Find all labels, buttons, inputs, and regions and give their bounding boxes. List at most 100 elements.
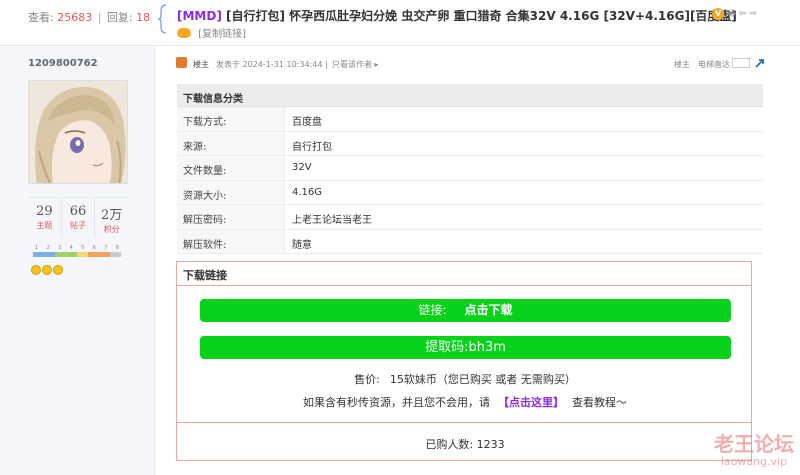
brace-icon (157, 4, 167, 34)
table-row: 资源大小: 4.16G (177, 180, 763, 205)
table-row: 来源: 自行打包 (177, 131, 763, 156)
thread-stats: 查看: 25683 | 回复: 18 (28, 9, 150, 25)
op-avatar-icon (176, 57, 187, 68)
meta-separator: | (324, 60, 328, 69)
counter-credits[interactable]: 2万 积分 (95, 198, 128, 237)
avatar[interactable] (28, 80, 128, 184)
author-counters: 29 主题 66 帖子 2万 积分 (28, 197, 128, 237)
row-key: 来源: (177, 131, 285, 155)
row-value: 4.16G (292, 186, 323, 198)
avatar-illustration (29, 81, 127, 183)
level-bar (33, 252, 121, 257)
price-value: 15软妹币（您已购买 或者 无需购买） (389, 373, 576, 386)
row-value: 百度盘 (292, 117, 322, 128)
medal-icon (177, 28, 191, 38)
extract-code-button[interactable]: 提取码:bh3m (200, 336, 731, 359)
go-arrow-icon[interactable] (754, 57, 766, 69)
copy-link[interactable]: [复制链接] (198, 29, 246, 40)
level-segment (99, 252, 110, 257)
tutorial-line: 如果含有秒传资源，并且您不会用，请 【点击这里】 查看教程～ (177, 394, 753, 410)
counter-label: 积分 (103, 225, 120, 234)
row-key: 解压密码: (177, 205, 285, 229)
download-info-table: 下载信息分类 下载方式: 百度盘 来源: 自行打包 文件数量: 32V 资源大小… (177, 84, 763, 254)
title-text: [自行打包] 怀孕西瓜肚孕妇分娩 虫交产卵 重口猎奇 合集32V 4.16G [… (221, 9, 737, 23)
level-segment (88, 252, 99, 257)
site-watermark: 老王论坛 laowang.vip (710, 433, 798, 468)
next-icon[interactable]: ⇨ (749, 8, 757, 20)
tutorial-link[interactable]: 【点击这里】 (498, 396, 564, 409)
level-number: 4 (69, 245, 73, 251)
counter-posts[interactable]: 66 帖子 (62, 198, 96, 237)
op-label: 楼主 (193, 60, 209, 69)
views-count: 25683 (57, 11, 93, 24)
level-number: 2 (46, 245, 50, 251)
row-key: 文件数量: (177, 156, 285, 180)
smile-face-icon[interactable] (42, 265, 52, 275)
level-number: 7 (104, 245, 108, 251)
row-value: 上老王论坛当老王 (292, 215, 372, 226)
counter-value: 2万 (101, 208, 123, 223)
download-box: 下载链接 链接: 点击下载 提取码:bh3m 售价: 15软妹币（您已购买 或者 无… (176, 261, 752, 461)
medal-row (31, 265, 63, 275)
print-icon[interactable]: 🖶 (727, 8, 736, 20)
floor-jump-input[interactable] (732, 58, 750, 68)
table-row: 文件数量: 32V (177, 156, 763, 181)
smile-face-icon[interactable] (53, 265, 63, 275)
row-key: 资源大小: (177, 180, 285, 204)
price-line: 售价: 15软妹币（您已购买 或者 无需购买） (177, 371, 753, 387)
thread-title: [MMD] [自行打包] 怀孕西瓜肚孕妇分娩 虫交产卵 重口猎奇 合集32V 4… (177, 7, 737, 24)
table-row: 解压软件: 随意 (177, 229, 763, 254)
prev-icon[interactable]: ⇦ (739, 8, 747, 20)
replies-label: 回复: (106, 11, 133, 24)
counter-threads[interactable]: 29 主题 (28, 198, 62, 237)
level-number: 3 (58, 245, 62, 251)
jump-label: 电梯直达 (698, 60, 730, 69)
level-segment (55, 252, 66, 257)
row-value: 自行打包 (292, 141, 332, 153)
tutorial-text: 如果含有秒传资源，并且您不会用，请 (303, 396, 490, 409)
level-progress: 1 2 3 4 5 6 7 8 (33, 245, 121, 257)
vip-badge-icon: V (712, 8, 725, 20)
level-segment (66, 252, 77, 257)
divider (177, 422, 751, 423)
level-numbers: 1 2 3 4 5 6 7 8 (33, 245, 121, 251)
views-label: 查看: (28, 11, 54, 24)
author-sidebar: 1209800762 29 主题 66 帖子 2万 积分 1 2 3 4 5 6 7 8 (0, 47, 155, 475)
row-key: 解压软件: (177, 229, 285, 253)
tutorial-suffix: 查看教程～ (572, 396, 627, 409)
price-label: 售价: (354, 373, 380, 386)
level-number: 6 (92, 245, 96, 251)
copy-link-row: [复制链接] (177, 25, 246, 40)
publish-text: 发表于 2024-1-31 10:34:44 (216, 60, 323, 69)
link-label: 链接: (418, 303, 447, 317)
only-author-link[interactable]: 只看该作者 ▸ (332, 59, 379, 70)
row-value: 32V (292, 162, 312, 173)
level-segment (77, 252, 88, 257)
counter-value: 29 (36, 204, 53, 219)
row-value: 随意 (292, 239, 312, 251)
level-segment (44, 252, 55, 257)
thread-header: 查看: 25683 | 回复: 18 [MMD] [自行打包] 怀孕西瓜肚孕妇分… (0, 0, 800, 46)
watermark-domain: laowang.vip (720, 455, 788, 468)
only-author-text: 只看该作者 (332, 60, 372, 69)
info-table-heading: 下载信息分类 (177, 84, 763, 107)
level-segment (110, 252, 121, 257)
post-meta: 楼主 发表于 2024-1-31 10:34:44 | 只看该作者 ▸ 楼主 电… (176, 57, 768, 73)
level-number: 5 (81, 245, 85, 251)
replies-count: 18 (136, 11, 151, 24)
title-category-tag[interactable]: [MMD] (177, 9, 222, 23)
author-uid[interactable]: 1209800762 (28, 58, 98, 69)
counter-label: 帖子 (70, 221, 86, 230)
download-link-button[interactable]: 链接: 点击下载 (200, 299, 731, 322)
publish-time: 发表于 2024-1-31 10:34:44 | (216, 59, 328, 70)
thread-tools: V 🖶 ⇦ ⇨ (712, 8, 757, 20)
table-row: 解压密码: 上老王论坛当老王 (177, 205, 763, 230)
buyers-count: 已购人数: 1233 (425, 438, 505, 451)
level-number: 1 (35, 245, 39, 251)
stats-separator: | (97, 11, 102, 24)
download-heading: 下载链接 (177, 262, 751, 286)
smile-face-icon[interactable] (31, 265, 41, 275)
level-segment (33, 252, 44, 257)
watermark-title: 老王论坛 (714, 432, 794, 456)
floor-label: 楼主 (674, 60, 690, 69)
